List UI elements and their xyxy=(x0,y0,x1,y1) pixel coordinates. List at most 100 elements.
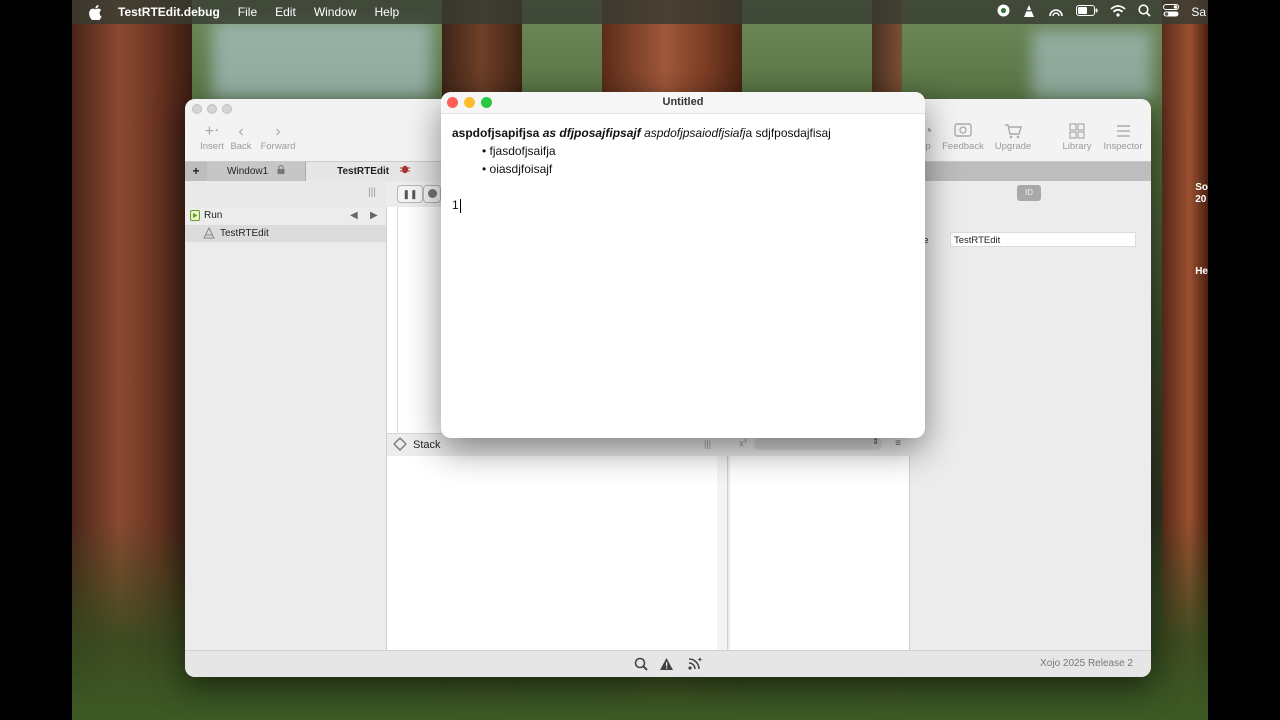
library-button[interactable]: Library xyxy=(1055,123,1099,152)
chevron-right-icon: › xyxy=(275,123,281,140)
navigator-item-testrtedit[interactable]: TestRTEdit xyxy=(185,225,386,242)
variables-popup[interactable]: ⇕ xyxy=(754,437,882,450)
inspector-mode-button[interactable]: ID xyxy=(1017,185,1041,201)
stop-button[interactable] xyxy=(423,185,441,203)
menu-user-name[interactable]: Sa xyxy=(1191,5,1206,19)
bold-text-run: aspdofjsapifjsa xyxy=(452,126,543,140)
gutter-divider xyxy=(397,207,398,433)
ide-window-controls xyxy=(192,104,232,114)
run-label: Run xyxy=(204,210,223,221)
document-title-bar: Untitled xyxy=(441,92,925,114)
chevron-left-icon: ‹ xyxy=(238,123,244,140)
svg-text:✦: ✦ xyxy=(697,656,703,664)
back-label: Back xyxy=(230,141,252,152)
bullet-item: • fjasdofjsaifja xyxy=(482,144,556,158)
inspector-button[interactable]: Inspector xyxy=(1100,123,1146,152)
menu-app-name[interactable]: TestRTEdit.debug xyxy=(118,5,220,19)
toolbar-partial-label: p xyxy=(925,141,931,152)
search-icon[interactable] xyxy=(634,657,648,674)
document-window-controls xyxy=(447,97,492,108)
inspector-label: Inspector xyxy=(1103,141,1143,152)
document-title: Untitled xyxy=(662,96,704,108)
document-minimize-button[interactable] xyxy=(464,97,475,108)
feedback-icon xyxy=(939,123,987,141)
tab-testrtedit[interactable]: TestRTEdit xyxy=(306,162,441,181)
feedback-label: Feedback xyxy=(942,141,984,152)
wallpaper-sky xyxy=(212,20,432,100)
ide-minimize-button[interactable] xyxy=(207,104,217,114)
navigator-options-icon[interactable]: ||| xyxy=(368,187,376,198)
record-icon[interactable] xyxy=(997,4,1010,20)
pause-button[interactable]: ❚❚ xyxy=(397,185,423,203)
stack-options-icon[interactable]: ||| xyxy=(704,439,711,449)
apple-menu-icon[interactable] xyxy=(88,4,102,20)
menu-bar: TestRTEdit.debug File Edit Window Help S… xyxy=(72,0,1208,24)
desktop-widget-partial: So 20 He xyxy=(1195,182,1208,277)
version-label: Xojo 2025 Release 2 xyxy=(1040,658,1133,669)
arc-icon[interactable] xyxy=(1048,4,1064,21)
menu-window[interactable]: Window xyxy=(314,5,357,19)
feed-icon[interactable]: ✦ xyxy=(687,656,703,674)
triangle-right-icon[interactable]: ▶ xyxy=(370,207,378,224)
menu-help[interactable]: Help xyxy=(375,5,400,19)
bullet-item: • oiasdjfoisajf xyxy=(482,162,553,176)
stack-icon xyxy=(393,437,409,454)
control-center-icon[interactable] xyxy=(1163,4,1180,20)
stack-label: Stack xyxy=(413,439,441,451)
variable-xy-icon: xy xyxy=(739,438,747,450)
vlc-cone-icon[interactable] xyxy=(1022,4,1036,21)
navigator-panel: Run ◀ ▶ TestRTEdit xyxy=(185,207,387,651)
library-icon xyxy=(1055,123,1099,141)
menu-edit[interactable]: Edit xyxy=(275,5,296,19)
ide-zoom-button[interactable] xyxy=(222,104,232,114)
last-line-text: 1 xyxy=(452,198,459,212)
back-button[interactable]: ‹ Back xyxy=(225,123,257,152)
menu-file[interactable]: File xyxy=(238,5,257,19)
empty-line xyxy=(452,178,915,196)
menu-extras: Sa xyxy=(997,0,1208,24)
untitled-document-window: Untitled aspdofjsapifjsa as dfjposajfips… xyxy=(441,92,925,438)
navigator-run-row[interactable]: Run ◀ ▶ xyxy=(185,207,386,224)
triangle-left-icon[interactable]: ◀ xyxy=(350,207,358,224)
stack-scrollbar[interactable] xyxy=(717,456,728,651)
lock-icon xyxy=(277,165,285,177)
navigator-item-label: TestRTEdit xyxy=(220,228,269,239)
rich-text-line: aspdofjsapifjsa as dfjposajfipsajf aspdo… xyxy=(452,124,915,142)
app-icon xyxy=(203,226,215,245)
variables-menu-icon[interactable]: ≡ xyxy=(895,438,901,449)
inspector-panel: ID ame TestRTEdit xyxy=(910,181,1151,651)
rich-text-area[interactable]: aspdofjsapifjsa as dfjposajfipsajf aspdo… xyxy=(452,124,915,214)
library-label: Library xyxy=(1062,141,1092,152)
stack-list[interactable] xyxy=(387,456,718,651)
battery-icon[interactable] xyxy=(1076,5,1098,19)
variables-list[interactable] xyxy=(730,456,910,651)
spotlight-search-icon[interactable] xyxy=(1138,4,1151,20)
document-close-button[interactable] xyxy=(447,97,458,108)
warning-icon[interactable] xyxy=(659,657,674,674)
wifi-icon[interactable] xyxy=(1110,4,1126,20)
forward-label: Forward xyxy=(260,141,296,152)
tab-testrtedit-label: TestRTEdit xyxy=(337,166,390,177)
plain-text-run: a sdjfposdajfisaj xyxy=(745,126,831,140)
upgrade-button[interactable]: Upgrade xyxy=(991,123,1035,152)
rich-text-line: 1 xyxy=(452,196,915,214)
wallpaper-sky xyxy=(1032,30,1152,100)
ide-status-bar: ✦ Xojo 2025 Release 2 xyxy=(185,650,1151,677)
add-tab-button[interactable]: + xyxy=(185,162,208,181)
navigator-header: ||| xyxy=(185,181,386,208)
feedback-button[interactable]: Feedback xyxy=(939,123,987,152)
ide-close-button[interactable] xyxy=(192,104,202,114)
text-cursor xyxy=(459,198,461,213)
inspector-name-value: TestRTEdit xyxy=(954,235,1001,246)
italic-text-run: aspdofjpsaiodfjsiafj xyxy=(644,126,746,140)
popup-arrows-icon: ⇕ xyxy=(872,437,879,446)
upgrade-label: Upgrade xyxy=(994,141,1032,152)
tab-window1[interactable]: Window1 xyxy=(207,162,306,181)
inspector-name-field[interactable]: TestRTEdit xyxy=(950,232,1136,247)
insert-label: Insert xyxy=(200,141,224,152)
bold-italic-text-run: as dfjposajfipsajf xyxy=(542,126,645,140)
bug-icon xyxy=(399,165,410,177)
document-zoom-button[interactable] xyxy=(481,97,492,108)
tab-window1-label: Window1 xyxy=(227,166,269,177)
forward-button[interactable]: › Forward xyxy=(258,123,298,152)
